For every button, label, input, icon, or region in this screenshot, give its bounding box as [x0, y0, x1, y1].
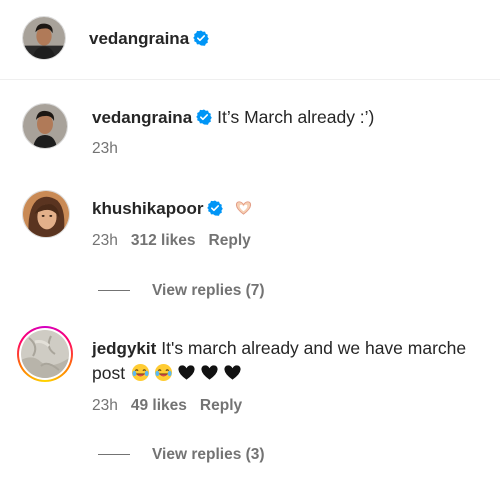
- header-username[interactable]: vedangraina: [89, 29, 189, 48]
- comment-likes[interactable]: 49 likes: [131, 397, 187, 414]
- story-ring-avatar[interactable]: [17, 326, 73, 382]
- black-heart-emoji-icon: [223, 363, 242, 382]
- comment-text: It's march already and we have marche: [161, 338, 467, 358]
- avatar[interactable]: [22, 190, 70, 238]
- reply-button[interactable]: Reply: [209, 232, 251, 249]
- caption-username[interactable]: vedangraina: [92, 108, 192, 127]
- view-replies-line: [98, 290, 130, 292]
- black-heart-emoji-icon: [200, 363, 219, 382]
- view-replies-label: View replies (3): [152, 446, 265, 463]
- comment-username[interactable]: khushikapoor: [92, 199, 203, 218]
- comment-meta: 23h 312 likes Reply: [92, 232, 264, 250]
- caption-timestamp[interactable]: 23h: [92, 140, 118, 157]
- verified-badge-icon: [196, 109, 212, 125]
- comment-text-continued: post: [92, 363, 126, 383]
- comment-timestamp[interactable]: 23h: [92, 232, 118, 249]
- view-replies-label: View replies (7): [152, 282, 265, 299]
- avatar[interactable]: [22, 103, 68, 149]
- heart-hands-emoji-icon: [234, 198, 253, 217]
- view-replies-button[interactable]: View replies (7): [98, 282, 265, 300]
- caption-line: vedangraina It’s March already :’): [92, 105, 374, 130]
- header-username-row: vedangraina: [89, 28, 209, 49]
- comment-meta: 23h 49 likes Reply: [92, 397, 255, 415]
- view-replies-button[interactable]: View replies (3): [98, 446, 265, 464]
- view-replies-line: [98, 454, 130, 456]
- avatar-frame: [19, 328, 71, 380]
- avatar: [21, 330, 69, 378]
- comment-line-2: post: [92, 361, 246, 385]
- comment-timestamp[interactable]: 23h: [92, 397, 118, 414]
- comment-likes[interactable]: 312 likes: [131, 232, 196, 249]
- laughing-emoji-icon: [131, 363, 150, 382]
- avatar[interactable]: [22, 16, 66, 60]
- comment-username[interactable]: jedgykit: [92, 339, 156, 358]
- caption-meta: 23h: [92, 140, 131, 158]
- verified-badge-icon: [207, 200, 224, 216]
- comment-line: jedgykit It's march already and we have m…: [92, 336, 466, 361]
- black-heart-emoji-icon: [177, 363, 196, 382]
- reply-button[interactable]: Reply: [200, 397, 242, 414]
- laughing-emoji-icon: [154, 363, 173, 382]
- post-header: vedangraina: [0, 0, 500, 80]
- caption-text: It’s March already :’): [217, 107, 375, 127]
- verified-badge-icon: [193, 30, 209, 46]
- comment-line: khushikapoor: [92, 196, 257, 221]
